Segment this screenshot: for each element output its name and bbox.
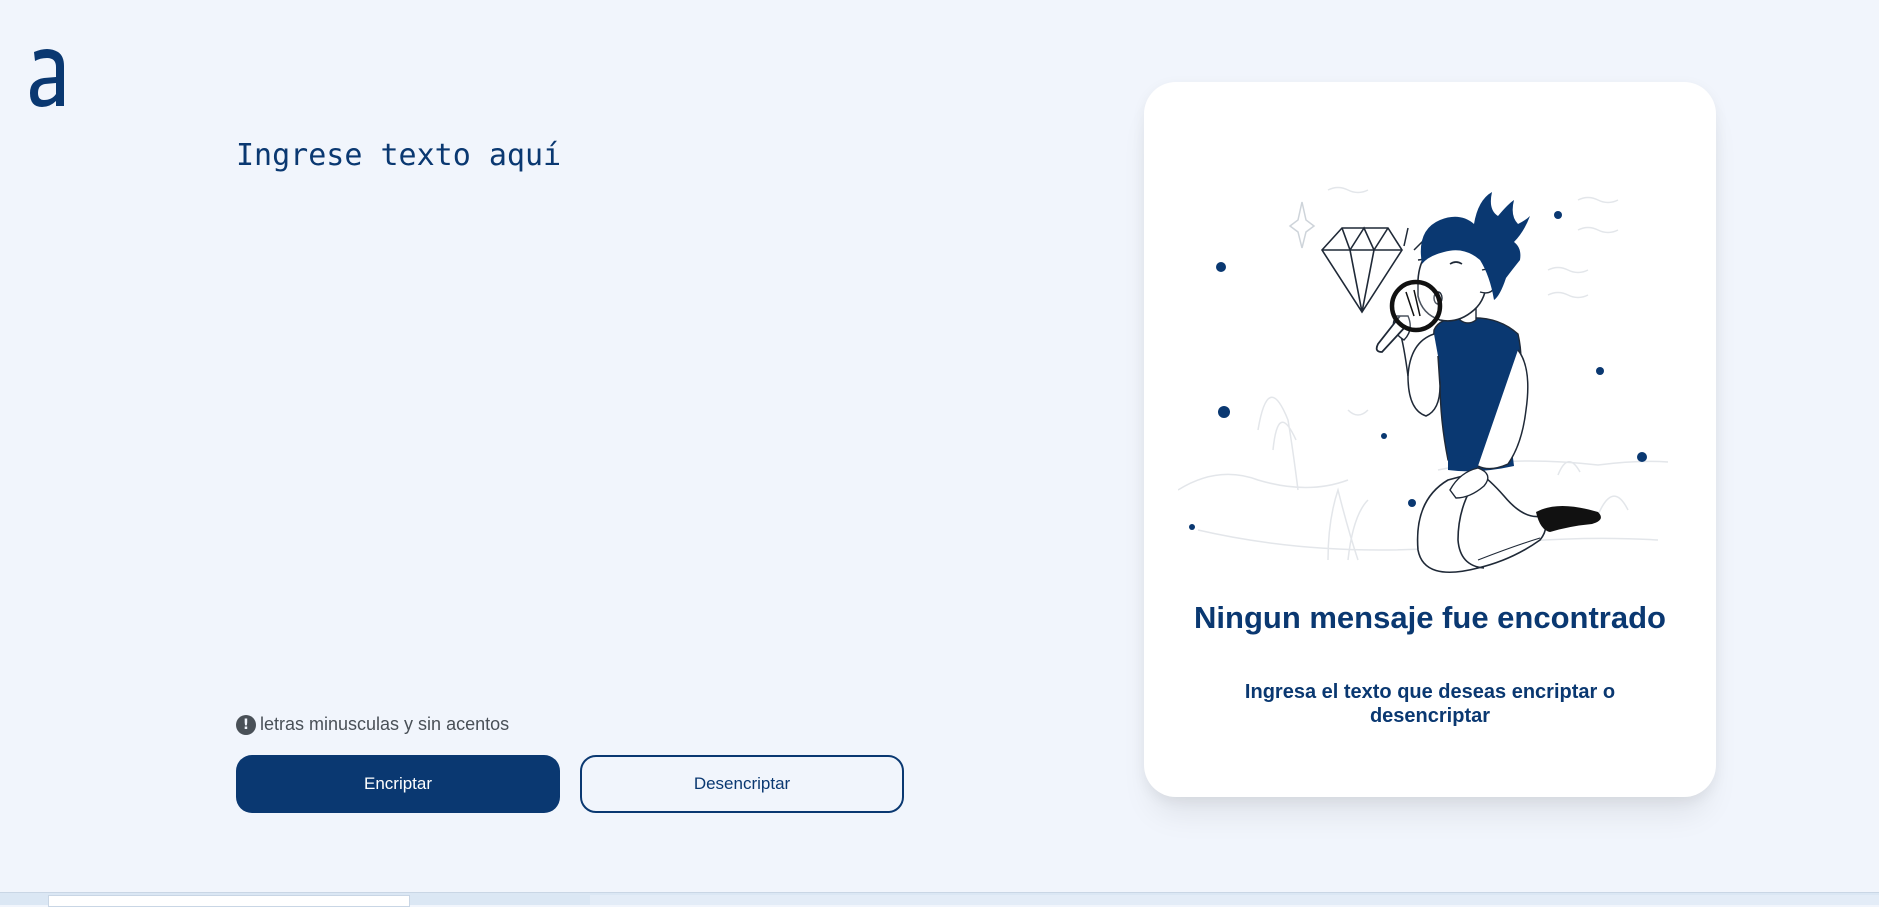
logo-icon bbox=[30, 49, 64, 107]
empty-state-title: Ningun mensaje fue encontrado bbox=[1194, 600, 1666, 635]
output-card: Ningun mensaje fue encontrado Ingresa el… bbox=[1144, 82, 1716, 797]
bottom-taskbar-strip bbox=[0, 892, 1879, 907]
taskbar-segment bbox=[48, 895, 410, 907]
input-hint: ! letras minusculas y sin acentos bbox=[236, 714, 509, 735]
decrypt-button[interactable]: Desencriptar bbox=[580, 755, 904, 813]
encrypt-button[interactable]: Encriptar bbox=[236, 755, 560, 813]
exclamation-circle-icon: ! bbox=[236, 714, 256, 735]
message-input[interactable] bbox=[236, 138, 996, 678]
empty-state-subtitle: Ingresa el texto que deseas encriptar o … bbox=[1244, 681, 1616, 727]
person-with-magnifying-glass-illustration bbox=[1178, 186, 1669, 574]
hint-text: letras minusculas y sin acentos bbox=[260, 714, 510, 734]
